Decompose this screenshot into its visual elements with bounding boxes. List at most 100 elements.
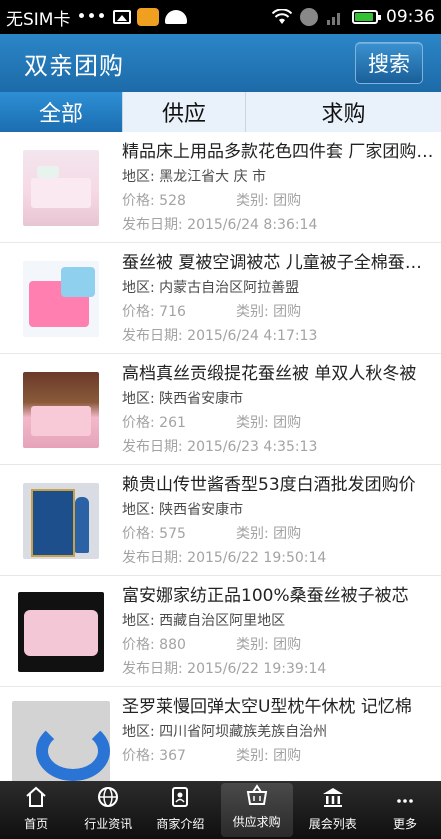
product-thumbnail [23,149,99,226]
nav-exhibitions[interactable]: 展会列表 [297,781,369,839]
nav-home[interactable]: 首页 [0,781,72,839]
item-price: 528 [159,193,186,209]
item-date: 2015/6/24 8:36:14 [187,217,318,233]
product-thumbnail [23,482,99,559]
item-price: 367 [159,748,186,764]
android-notification-icon [164,10,187,24]
app-header: 双亲团购 搜索 [0,34,441,92]
battery-icon [352,10,381,24]
item-title: 赖贵山传世酱香型53度白酒批发团购价 [122,475,416,495]
item-price: 261 [159,415,186,431]
item-date: 2015/6/22 19:39:14 [187,661,327,677]
category-label: 类别: [236,304,269,320]
nav-label: 首页 [24,817,49,831]
list-item[interactable]: 赖贵山传世酱香型53度白酒批发团购价 地区: 陕西省安康市 价格: 575 类别:… [0,465,441,576]
item-category: 团购 [273,304,302,320]
tab-supply[interactable]: 供应 [123,92,246,132]
nav-supply-demand[interactable]: 供应求购 [220,783,293,837]
item-date: 2015/6/23 4:35:13 [187,439,318,455]
date-label: 发布日期: [122,217,183,233]
item-category: 团购 [273,526,302,542]
date-label: 发布日期: [122,328,183,344]
price-label: 价格: [122,526,155,542]
item-price: 575 [159,526,186,542]
price-label: 价格: [122,304,155,320]
item-title: 高档真丝贡缎提花蚕丝被 单双人秋冬被 [122,364,417,384]
item-title: 圣罗莱慢回弹太空U型枕午休枕 记忆棉 [122,697,412,717]
nav-label: 更多 [392,817,417,831]
tab-all[interactable]: 全部 [0,92,123,132]
notification-dots: ••• [76,7,107,27]
region-label: 地区: [122,502,155,518]
tab-demand[interactable]: 求购 [246,92,441,132]
price-label: 价格: [122,637,155,653]
list-item[interactable]: 蚕丝被 夏被空调被芯 儿童被子全棉蚕丝被 地区: 内蒙古自治区阿拉善盟 价格: … [0,243,441,354]
item-region: 四川省阿坝藏族羌族自治州 [159,724,328,740]
nav-label: 展会列表 [308,817,357,831]
page-title: 双亲团购 [24,51,124,80]
category-label: 类别: [236,637,269,653]
price-label: 价格: [122,748,155,764]
status-bar: 无SIM卡 ••• 09:36 [0,0,441,34]
product-list[interactable]: 精品床上用品多款花色四件套 厂家团购价 四件套批发 地区: 黑龙江省大 庆 市 … [0,132,441,781]
basket-icon [246,784,267,805]
globe-icon [98,787,119,807]
item-region: 西藏自治区阿里地区 [159,613,286,629]
nav-label: 供应求购 [232,815,281,829]
filter-tabs: 全部 供应 求购 [0,92,441,132]
item-price: 716 [159,304,186,320]
date-label: 发布日期: [122,550,183,566]
region-label: 地区: [122,391,155,407]
list-item[interactable]: 圣罗莱慢回弹太空U型枕午休枕 记忆棉 地区: 四川省阿坝藏族羌族自治州 价格: … [0,687,441,781]
category-label: 类别: [236,748,269,764]
image-notification-icon [112,10,131,24]
item-category: 团购 [273,637,302,653]
product-thumbnail [23,371,99,448]
nav-merchants[interactable]: 商家介绍 [144,781,216,839]
category-label: 类别: [236,526,269,542]
category-label: 类别: [236,415,269,431]
item-region: 内蒙古自治区阿拉善盟 [159,280,300,296]
more-icon [397,799,413,803]
list-item[interactable]: 精品床上用品多款花色四件套 厂家团购价 四件套批发 地区: 黑龙江省大 庆 市 … [0,132,441,243]
nav-label: 商家介绍 [156,817,205,831]
product-thumbnail [18,591,104,672]
nav-label: 行业资讯 [84,817,133,831]
home-icon [26,786,46,807]
nav-more[interactable]: 更多 [369,781,441,839]
search-button[interactable]: 搜索 [355,42,423,84]
product-thumbnail [12,700,110,781]
item-category: 团购 [273,193,302,209]
item-category: 团购 [273,415,302,431]
region-label: 地区: [122,724,155,740]
no-sim-icon [300,8,318,26]
list-item[interactable]: 富安娜家纺正品100%桑蚕丝被子被芯 地区: 西藏自治区阿里地区 价格: 880… [0,576,441,687]
region-label: 地区: [122,280,155,296]
item-price: 880 [159,637,186,653]
category-label: 类别: [236,193,269,209]
region-label: 地区: [122,169,155,185]
date-label: 发布日期: [122,661,183,677]
item-region: 陕西省安康市 [159,502,244,518]
signal-icon [327,13,340,25]
item-title: 富安娜家纺正品100%桑蚕丝被子被芯 [122,586,409,606]
building-icon [322,788,343,807]
nav-industry-news[interactable]: 行业资讯 [72,781,144,839]
item-region: 陕西省安康市 [159,391,244,407]
item-title: 精品床上用品多款花色四件套 厂家团购价 四件套批发 [122,142,436,162]
date-label: 发布日期: [122,439,183,455]
list-item[interactable]: 高档真丝贡缎提花蚕丝被 单双人秋冬被 地区: 陕西省安康市 价格: 261 类别:… [0,354,441,465]
price-label: 价格: [122,415,155,431]
bottom-nav: 首页 行业资讯 商家介绍 供应求购 展会列表 更多 [0,781,441,839]
item-title: 蚕丝被 夏被空调被芯 儿童被子全棉蚕丝被 [122,253,436,273]
carrier-label: 无SIM卡 [6,9,71,30]
item-category: 团购 [273,748,302,764]
clock: 09:36 [386,7,435,27]
contacts-icon [172,787,189,807]
region-label: 地区: [122,613,155,629]
item-region: 黑龙江省大 庆 市 [159,169,267,185]
item-date: 2015/6/24 4:17:13 [187,328,318,344]
game-notification-icon [136,8,159,26]
price-label: 价格: [122,193,155,209]
item-date: 2015/6/22 19:50:14 [187,550,327,566]
